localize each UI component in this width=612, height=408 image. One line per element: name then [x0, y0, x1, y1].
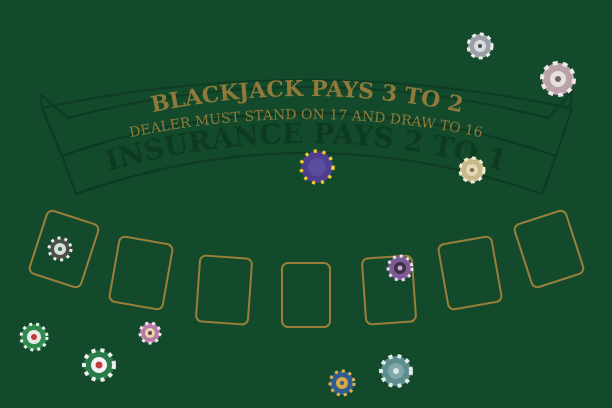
chip-green-bottom-left[interactable] [19, 322, 49, 352]
chip-purple-spot-5[interactable] [386, 254, 414, 282]
chip-blue-bottom[interactable] [328, 369, 356, 397]
chip-tan-top-right[interactable] [540, 61, 576, 97]
chip-dark-spot-1[interactable] [47, 236, 73, 262]
chip-khaki-right[interactable] [458, 156, 486, 184]
chip-teal-bottom[interactable] [379, 354, 413, 388]
chip-green-red-bottom[interactable] [82, 348, 116, 382]
chip-silver-top[interactable] [466, 32, 494, 60]
felt [0, 0, 612, 408]
chip-purple-center[interactable] [299, 149, 335, 185]
chip-pink-bottom[interactable] [138, 321, 162, 345]
blackjack-table: BLACKJACK PAYS 3 TO 2 DEALER MUST STAND … [0, 0, 612, 408]
